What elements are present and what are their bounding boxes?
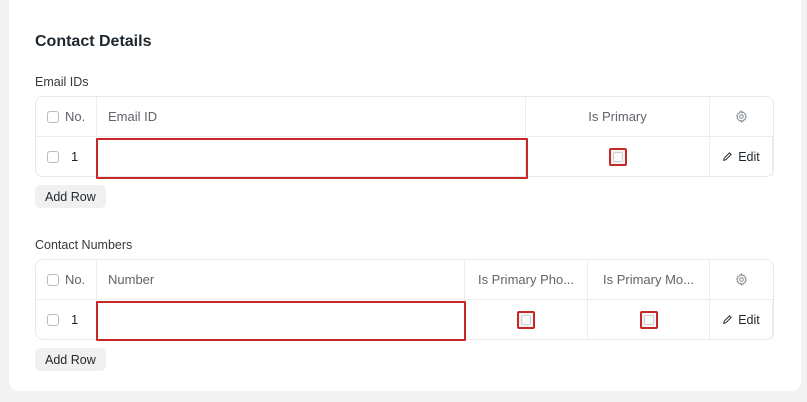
select-all-checkbox[interactable] [47,273,59,286]
edit-row-button[interactable]: Edit [710,137,773,176]
gear-icon [735,110,748,123]
header-is-primary-label: Is Primary [588,109,647,124]
header-is-primary[interactable]: Is Primary [526,97,710,136]
is-primary-phone-cell [465,300,588,339]
is-primary-phone-checkbox[interactable] [517,310,535,329]
row-number: 1 [71,149,79,164]
contact-details-card: Contact Details Email IDs No. Email ID I… [9,0,801,391]
table-row: 1 Edit [36,300,773,341]
table-header-row: No. Number Is Primary Pho... Is Primary … [36,260,773,300]
row-number: 1 [71,312,79,327]
header-no-label: No. [65,109,86,124]
is-primary-cell [526,137,710,176]
header-no-cell: No. [36,97,97,136]
gear-icon [735,273,748,286]
number-highlight [96,301,466,341]
edit-label: Edit [738,312,760,327]
header-is-primary-phone[interactable]: Is Primary Pho... [465,260,588,299]
row-no-cell: 1 [36,137,97,176]
add-number-row-button[interactable]: Add Row [35,348,106,371]
contact-numbers-label: Contact Numbers [35,238,133,252]
email-id-highlight [96,138,528,179]
section-title: Contact Details [35,33,152,50]
email-ids-table: No. Email ID Is Primary 1 Edit [35,96,774,179]
is-primary-mobile-cell [588,300,710,339]
add-email-row-button[interactable]: Add Row [35,185,106,208]
header-number-label: Number [108,272,155,287]
row-no-cell: 1 [36,300,97,339]
header-number[interactable]: Number [97,260,465,299]
header-email-id[interactable]: Email ID [97,97,526,136]
pencil-icon [722,314,733,325]
row-select-checkbox[interactable] [47,313,59,326]
select-all-checkbox[interactable] [47,110,59,123]
is-primary-mobile-checkbox[interactable] [639,310,658,329]
edit-row-button[interactable]: Edit [710,300,773,339]
header-email-label: Email ID [108,109,158,124]
header-is-primary-mobile[interactable]: Is Primary Mo... [588,260,710,299]
column-settings-button[interactable] [710,97,773,136]
header-is-primary-phone-label: Is Primary Pho... [477,272,575,287]
contact-numbers-table: No. Number Is Primary Pho... Is Primary … [35,259,774,341]
email-ids-label: Email IDs [35,75,89,89]
table-header-row: No. Email ID Is Primary [36,97,773,137]
header-no-label: No. [65,272,86,287]
row-select-checkbox[interactable] [47,150,59,163]
column-settings-button[interactable] [710,260,773,299]
pencil-icon [722,151,733,162]
edit-label: Edit [738,149,760,164]
header-is-primary-mobile-label: Is Primary Mo... [602,272,694,287]
is-primary-checkbox[interactable] [608,147,627,166]
table-row: 1 Edit [36,137,773,179]
header-no-cell: No. [36,260,97,299]
